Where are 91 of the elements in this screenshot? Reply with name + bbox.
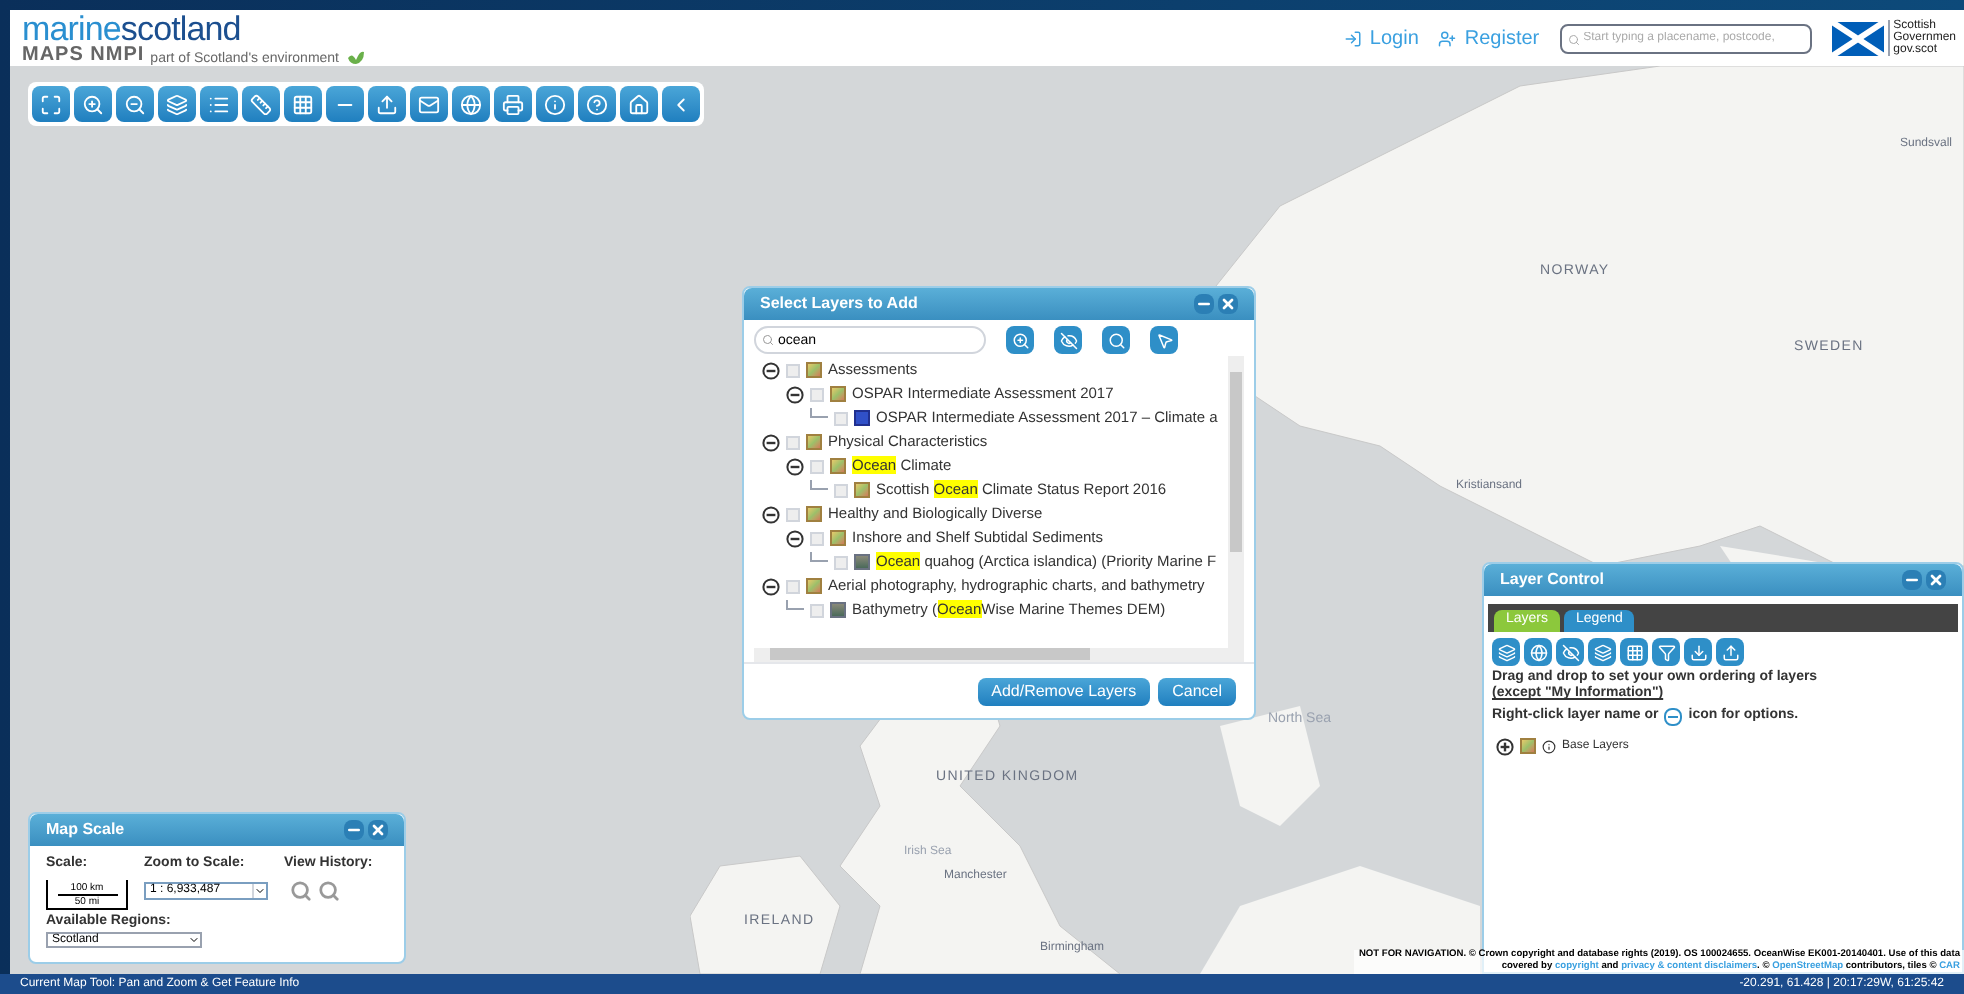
collapse-icon[interactable]: [786, 385, 804, 403]
search-button[interactable]: [1006, 326, 1034, 354]
layer-icon: [854, 410, 870, 426]
pointer-icon: [1155, 331, 1173, 349]
search-button[interactable]: [1102, 326, 1130, 354]
previous-view-icon[interactable]: [290, 879, 312, 901]
fullscreen-icon[interactable]: [32, 86, 70, 122]
layer-checkbox[interactable]: [834, 555, 848, 569]
panel-title-bar: Layer Control: [1484, 564, 1962, 596]
grid-icon: [1625, 643, 1643, 661]
options-icon: [1664, 707, 1683, 726]
layer-tool-button[interactable]: [1492, 638, 1520, 666]
layers-icon: [1497, 643, 1515, 661]
panel-title-bar: Map Scale: [30, 814, 404, 846]
layer-checkbox[interactable]: [810, 531, 824, 545]
layer-checkbox[interactable]: [810, 459, 824, 473]
product-name: MAPS NMPI: [22, 45, 145, 65]
back-icon[interactable]: [662, 86, 700, 122]
leaf-icon: [345, 49, 366, 65]
image-layer-icon: [854, 554, 870, 570]
layer-tool-button[interactable]: [1652, 638, 1680, 666]
expand-icon[interactable]: [1496, 737, 1514, 755]
search-icon: [1567, 33, 1580, 45]
layer-checkbox[interactable]: [810, 603, 824, 617]
hidden-eye-icon: [1561, 643, 1579, 661]
download-icon: [1689, 643, 1707, 661]
search-icon: [762, 334, 774, 346]
collapse-icon[interactable]: [786, 457, 804, 475]
filter-icon: [1657, 643, 1675, 661]
add-user-icon: [1438, 29, 1457, 47]
collapse-icon[interactable]: [786, 529, 804, 547]
layer-checkbox[interactable]: [786, 435, 800, 449]
layer-tool-button[interactable]: [1684, 638, 1712, 666]
close-button[interactable]: [1926, 570, 1946, 590]
close-icon: [370, 822, 386, 838]
layer-checkbox[interactable]: [786, 579, 800, 593]
ruler-icon[interactable]: [242, 86, 280, 122]
select-button[interactable]: [1150, 326, 1178, 354]
saltire-flag-icon: [1831, 21, 1884, 55]
bar-icon[interactable]: [326, 86, 364, 122]
layer-tool-button[interactable]: [1524, 638, 1552, 666]
layer-tool-button[interactable]: [1620, 638, 1648, 666]
layer-tool-button[interactable]: [1588, 638, 1616, 666]
layer-checkbox[interactable]: [834, 411, 848, 425]
layer-checkbox[interactable]: [786, 507, 800, 521]
home-icon[interactable]: [620, 86, 658, 122]
minimize-button[interactable]: [1194, 294, 1214, 314]
hidden-eye-icon: [1059, 331, 1077, 349]
print-icon[interactable]: [494, 86, 532, 122]
layers-icon: [1593, 643, 1611, 661]
next-view-icon[interactable]: [318, 879, 340, 901]
dropdown-caret-icon: [252, 883, 266, 897]
upload-icon: [1721, 643, 1739, 661]
globe-icon: [1529, 643, 1547, 661]
image-layer-icon: [830, 602, 846, 618]
close-button[interactable]: [368, 820, 388, 840]
upload-icon[interactable]: [368, 86, 406, 122]
close-button[interactable]: [1218, 294, 1238, 314]
map-layer-icon: [806, 578, 822, 594]
collapse-icon[interactable]: [762, 361, 780, 379]
layer-tool-button[interactable]: [1556, 638, 1584, 666]
list-icon[interactable]: [200, 86, 238, 122]
zoom-out-icon[interactable]: [116, 86, 154, 122]
layer-checkbox[interactable]: [834, 483, 848, 497]
zoom-in-icon: [1011, 331, 1029, 349]
minimize-button[interactable]: [1902, 570, 1922, 590]
globe-icon[interactable]: [452, 86, 490, 122]
search-icon: [1107, 331, 1125, 349]
help-icon[interactable]: [578, 86, 616, 122]
minimize-button[interactable]: [344, 820, 364, 840]
mail-icon[interactable]: [410, 86, 448, 122]
layer-tool-button[interactable]: [1716, 638, 1744, 666]
layers-icon[interactable]: [158, 86, 196, 122]
map-layer-icon: [1520, 738, 1536, 754]
site-logo[interactable]: marinescotland: [22, 11, 366, 45]
login-icon: [1343, 29, 1362, 47]
vertical-scrollbar[interactable]: [1228, 356, 1244, 648]
hide-button[interactable]: [1054, 326, 1082, 354]
close-icon: [1220, 296, 1236, 312]
layer-checkbox[interactable]: [786, 363, 800, 377]
collapse-icon[interactable]: [762, 505, 780, 523]
collapse-icon[interactable]: [762, 577, 780, 595]
grid-icon[interactable]: [284, 86, 322, 122]
zoom-in-icon[interactable]: [74, 86, 112, 122]
horizontal-scrollbar[interactable]: [754, 648, 1244, 662]
dialog-title-bar: Select Layers to Add: [744, 288, 1254, 320]
layer-checkbox[interactable]: [810, 387, 824, 401]
info-icon[interactable]: [1542, 739, 1556, 753]
collapse-icon[interactable]: [762, 433, 780, 451]
dropdown-caret-icon: [188, 934, 200, 946]
close-icon: [1928, 572, 1944, 588]
